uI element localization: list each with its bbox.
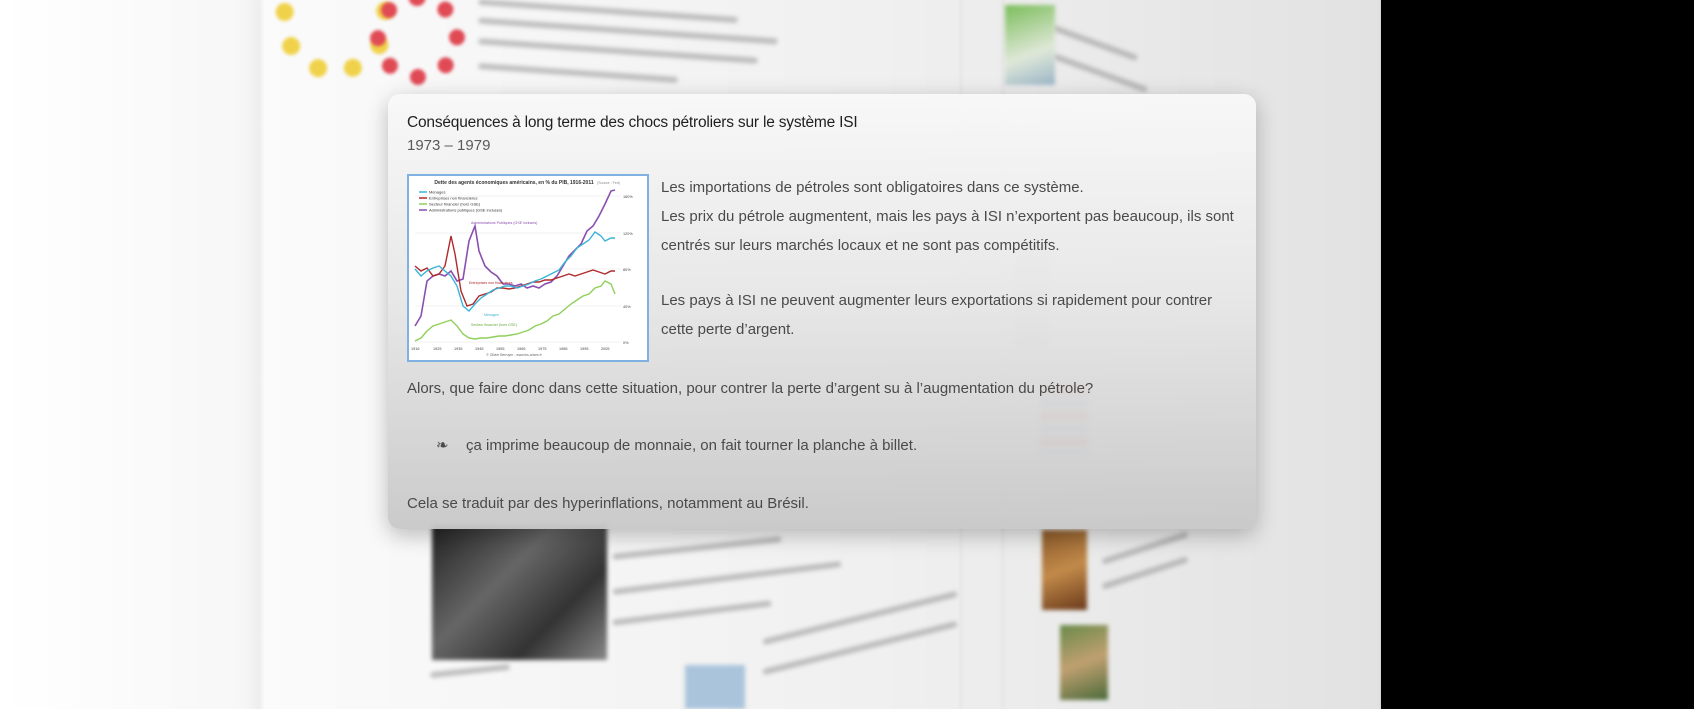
legend-financier: Secteur financier (hors GSE) <box>429 202 481 207</box>
annotation-menages: Ménages <box>484 313 499 317</box>
annotation-financier: Secteur financier (hors GSE) <box>471 323 517 327</box>
thumb-chart-title: Dette des agents économiques américains,… <box>434 180 593 186</box>
x-tick: 2005 <box>601 347 609 351</box>
x-tick: 1945 <box>475 347 483 351</box>
blurred-map <box>1005 5 1055 85</box>
debt-chart-image: Dette des agents économiques américains,… <box>411 180 633 357</box>
bullet-item: ça imprime beaucoup de monnaie, on fait … <box>466 437 918 454</box>
x-tick: 1955 <box>496 347 504 351</box>
window-edge <box>1381 0 1694 709</box>
paragraph-1: Les importations de pétroles sont obliga… <box>661 173 1241 260</box>
x-tick: 1965 <box>517 347 525 351</box>
paragraph-1-line-2: Les prix du pétrole augmentent, mais les… <box>661 208 1234 254</box>
x-tick: 1935 <box>454 347 462 351</box>
paragraph-2: Les pays à ISI ne peuvent augmenter leur… <box>661 292 1213 338</box>
y-tick: 40% <box>623 305 631 309</box>
popup-title: Conséquences à long terme des chocs pétr… <box>407 114 858 131</box>
blurred-photo <box>1060 625 1108 700</box>
y-tick: 0% <box>623 341 629 345</box>
annotation-admin: Administrations Publiques (GSE incluses) <box>471 221 537 225</box>
conclusion-text: Cela se traduit par des hyperinflations,… <box>407 495 809 512</box>
x-tick: 1975 <box>538 347 546 351</box>
event-detail-popup[interactable]: Conséquences à long terme des chocs pétr… <box>388 94 1256 529</box>
series-financier-line <box>414 280 616 342</box>
blurred-photo-bw <box>432 525 607 660</box>
thumb-credit: © Olivier Berruyer - www.les-crises.fr <box>486 353 542 357</box>
y-tick: 80% <box>623 268 631 272</box>
y-tick: 160% <box>623 195 633 199</box>
x-tick: 1925 <box>433 347 441 351</box>
x-tick: 1916 <box>411 347 419 351</box>
annotation-entreprises: Entreprises non financières <box>469 281 513 285</box>
series-menages-line <box>414 231 615 312</box>
popup-dates: 1973 – 1979 <box>407 137 491 154</box>
blurred-photo <box>1042 530 1087 610</box>
x-tick: 1985 <box>559 347 567 351</box>
chart-thumbnail[interactable]: Dette des agents économiques américains,… <box>407 174 649 362</box>
legend-menages: Ménages <box>429 190 445 195</box>
legend-admin: Administrations publiques (GSE incluses) <box>429 208 503 213</box>
paragraph-1-line-1: Les importations de pétroles sont obliga… <box>661 179 1084 196</box>
question-text: Alors, que faire donc dans cette situati… <box>407 380 1094 397</box>
x-tick: 1995 <box>580 347 588 351</box>
thumb-chart-source: (Source : Fed) <box>597 181 620 185</box>
y-tick: 120% <box>623 232 633 236</box>
fleuron-bullet-icon: ❧ <box>436 437 449 454</box>
blurred-map-small <box>685 665 745 709</box>
